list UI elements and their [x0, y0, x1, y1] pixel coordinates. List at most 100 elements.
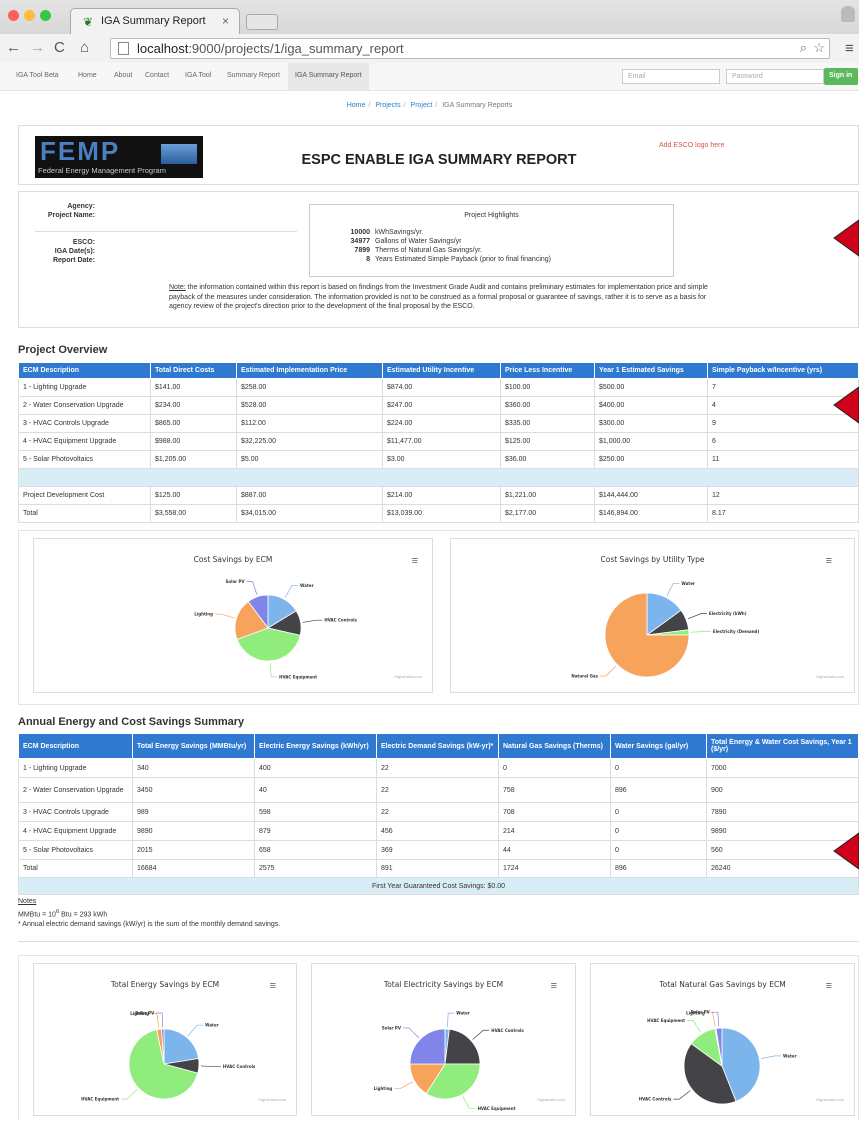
pie-label: Electricity (Demand): [713, 629, 760, 634]
close-tab-icon[interactable]: ×: [222, 14, 229, 28]
pie-label: Solar PV: [225, 579, 245, 584]
pie-chart: WaterHVAC ControlsHVAC EquipmentLighting…: [194, 579, 357, 679]
report-header: FEMP Federal Energy Management Program E…: [18, 125, 859, 185]
chart-total-natural-gas-ecm: Total Natural Gas Savings by ECM ≡ Water…: [590, 963, 855, 1116]
annual-summary-table: ECM Description Total Energy Savings (MM…: [18, 733, 859, 895]
pie-label: HVAC Equipment: [478, 1106, 516, 1111]
pie-connector: [187, 1024, 204, 1037]
pie-chart: WaterHVAC ControlsHVAC EquipmentLighting…: [81, 1011, 256, 1102]
pie-label: HVAC Equipment: [647, 1018, 685, 1023]
pie-connector: [687, 613, 707, 620]
column-header: Total Energy Savings (MMBtu/yr): [132, 733, 255, 759]
pie-connector: [690, 631, 711, 633]
pie-label: Water: [300, 583, 314, 588]
address-bar[interactable]: localhost:9000/projects/1/iga_summary_re…: [110, 38, 830, 59]
url-path: :9000/projects/1/iga_summary_report: [188, 41, 404, 56]
browser-tab[interactable]: ❦ IGA Summary Report ×: [70, 8, 240, 34]
highlight-row: 34977 Gallons of Water Savings/yr: [350, 238, 462, 245]
table-row: 2 - Water Conservation Upgrade 3450 40 22 75…: [18, 777, 859, 803]
page-title: ESPC ENABLE IGA SUMMARY REPORT: [301, 152, 577, 168]
pie-label: Water: [456, 1011, 470, 1016]
email-field[interactable]: Email: [622, 69, 720, 84]
table-row: 3 - HVAC Controls Upgrade 989 598 22 708 0 789…: [18, 802, 859, 822]
warning-marker-icon: [833, 832, 859, 870]
zoom-icon[interactable]: ⌕: [800, 40, 807, 56]
pie-label: Solar PV: [691, 1010, 711, 1015]
reload-icon[interactable]: C: [54, 39, 65, 56]
pie-connector: [284, 584, 299, 598]
nav-contact[interactable]: Contact: [145, 72, 169, 79]
project-name-label: Project Name:: [47, 212, 95, 219]
bookmark-star-icon[interactable]: ☆: [813, 40, 825, 56]
pie-label: HVAC Equipment: [81, 1097, 119, 1102]
home-icon[interactable]: ⌂: [80, 39, 89, 56]
column-header: ECM Description: [18, 733, 133, 759]
profile-icon[interactable]: [841, 6, 855, 22]
pie-connector: [761, 1055, 782, 1059]
agency-label: Agency:: [67, 203, 95, 210]
divider: [18, 941, 859, 942]
nav-about[interactable]: About: [114, 72, 132, 79]
brand-link[interactable]: IGA Tool Beta: [16, 72, 59, 79]
new-tab-button[interactable]: [246, 14, 278, 30]
column-header: Total Direct Costs: [150, 362, 237, 379]
pie-connector: [200, 1065, 221, 1068]
pie-connector: [687, 1020, 701, 1033]
nav-iga-tool[interactable]: IGA Tool: [185, 72, 211, 79]
highlight-row: 7899 Therms of Natural Gas Savings/yr.: [354, 247, 482, 254]
esco-label: ESCO:: [72, 239, 95, 246]
nav-home[interactable]: Home: [78, 72, 97, 79]
warning-marker-icon: [833, 386, 859, 424]
pie-label: HVAC Controls: [491, 1028, 524, 1033]
iga-dates-label: IGA Date(s):: [54, 248, 95, 255]
table-row: 4 - HVAC Equipment Upgrade $988.00 $32,225…: [18, 432, 859, 451]
project-overview-table: ECM Description Total Direct Costs Estim…: [18, 362, 859, 523]
app-navbar: IGA Tool Beta Home About Contact IGA Too…: [0, 63, 859, 91]
close-window-button[interactable]: [8, 10, 19, 21]
table-row: 1 - Lighting Upgrade 340 400 22 0 0 7000: [18, 758, 859, 778]
minimize-window-button[interactable]: [24, 10, 35, 21]
pie-slice-water[interactable]: [163, 1028, 200, 1065]
column-header: Estimated Utility Incentive: [382, 362, 501, 379]
breadcrumb-projects[interactable]: Projects: [375, 102, 400, 109]
pie-slice-hvac-controls[interactable]: [444, 1028, 481, 1065]
pie-chart: Water Electricity (kWh) Electricity (Deman…: [571, 581, 760, 679]
tab-title: IGA Summary Report: [101, 15, 206, 27]
guaranteed-savings-row: First Year Guaranteed Cost Savings: $0.0…: [18, 877, 859, 895]
project-info-panel: Agency: Project Name: ESCO: IGA Date(s):…: [18, 191, 859, 328]
back-arrow-icon[interactable]: ←: [6, 39, 21, 56]
chart-credit[interactable]: Highcharts.com: [394, 674, 422, 679]
zoom-window-button[interactable]: [40, 10, 51, 21]
table-row: Project Development Cost $125.00 $887.00 $2…: [18, 486, 859, 505]
nav-summary-report[interactable]: Summary Report: [227, 72, 280, 79]
chart-credit[interactable]: Highcharts.com: [537, 1097, 565, 1102]
pie-label: HVAC Controls: [639, 1097, 672, 1102]
column-header: Price Less Incentive: [500, 362, 595, 379]
menu-icon[interactable]: ≡: [845, 40, 854, 57]
project-overview-heading: Project Overview: [18, 344, 108, 356]
pie-label: Solar PV: [135, 1011, 155, 1016]
notes-heading: Notes: [18, 898, 37, 905]
chart-credit[interactable]: Highcharts.com: [258, 1097, 286, 1102]
column-header: Electric Energy Savings (kWh/yr): [254, 733, 377, 759]
sign-in-button[interactable]: Sign in: [824, 68, 858, 85]
chart-credit[interactable]: Highcharts.com: [816, 674, 844, 679]
pie-connector: [673, 1090, 691, 1100]
password-field[interactable]: Password: [726, 69, 824, 84]
nav-iga-summary-report[interactable]: IGA Summary Report: [288, 63, 369, 90]
url-host: localhost: [137, 41, 189, 56]
breadcrumb-home[interactable]: Home: [347, 102, 366, 109]
pie-connector: [706, 1012, 716, 1027]
table-row: 4 - HVAC Equipment Upgrade 9890 879 456 214 0…: [18, 821, 859, 841]
demand-note: * Annual electric demand savings (kW/yr)…: [18, 921, 281, 928]
breadcrumb: Home / Projects / Project / IGA Summary Rep…: [346, 102, 513, 109]
breadcrumb-project[interactable]: Project: [411, 102, 433, 109]
pie-connector: [472, 1029, 490, 1040]
pie-connector: [269, 662, 278, 678]
chart-credit[interactable]: Highcharts.com: [816, 1097, 844, 1102]
mmbtu-note: MMBtu = 106 Btu = 293 kWh: [18, 909, 108, 919]
forward-arrow-icon[interactable]: →: [30, 39, 45, 56]
browser-toolbar: ← → C ⌂ localhost:9000/projects/1/iga_su…: [0, 34, 859, 63]
table-row: 2 - Water Conservation Upgrade $234.00 $52…: [18, 396, 859, 415]
pie-connector: [394, 1081, 413, 1089]
